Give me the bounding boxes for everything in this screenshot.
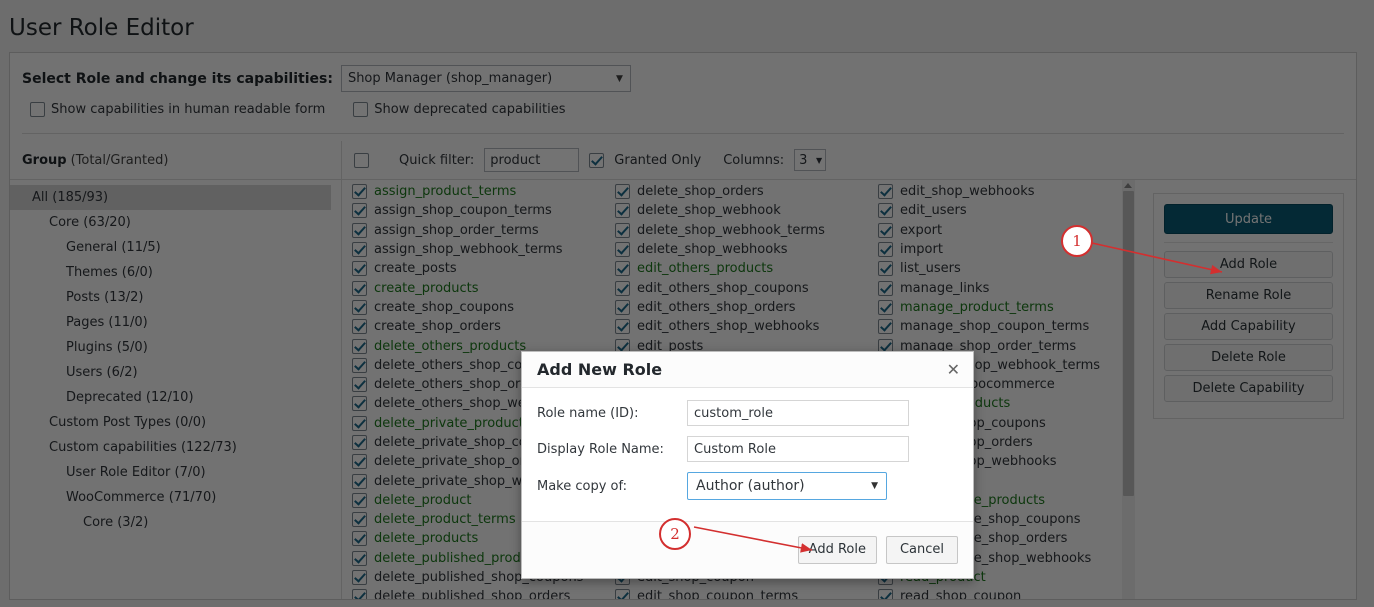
role-name-label: Role name (ID): [537,406,687,421]
dialog-header: Add New Role ✕ [522,352,973,388]
make-copy-of-select[interactable]: Author (author) ▼ [687,472,887,500]
role-name-field-row: Role name (ID): [537,400,958,426]
role-name-input[interactable] [687,400,909,426]
close-icon[interactable]: ✕ [947,362,960,378]
dialog-add-role-button[interactable]: Add Role [798,536,877,564]
add-new-role-dialog: Add New Role ✕ Role name (ID): Display R… [521,351,974,579]
display-role-name-input[interactable] [687,436,909,462]
make-copy-field-row: Make copy of: Author (author) ▼ [537,472,958,500]
dialog-cancel-button[interactable]: Cancel [886,536,958,564]
make-copy-label: Make copy of: [537,479,687,494]
dialog-title: Add New Role [537,360,662,379]
dialog-body: Role name (ID): Display Role Name: Make … [522,388,973,518]
chevron-down-icon: ▼ [871,481,878,491]
dialog-footer: Add Role Cancel [522,521,973,578]
make-copy-of-value: Author (author) [696,478,805,494]
display-name-label: Display Role Name: [537,442,687,457]
display-name-field-row: Display Role Name: [537,436,958,462]
